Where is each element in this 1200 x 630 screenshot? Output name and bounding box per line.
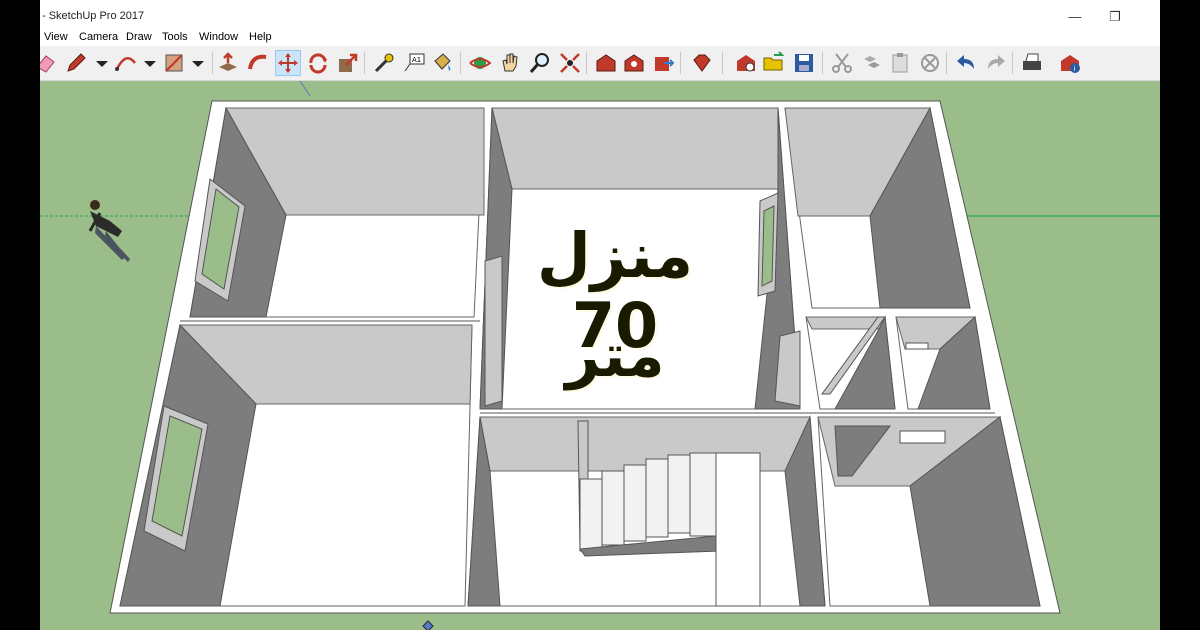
- menu-help[interactable]: Help: [249, 31, 272, 43]
- room-top-left: [189, 106, 485, 318]
- move-icon[interactable]: [275, 50, 301, 76]
- toolbar-separator: [1012, 52, 1013, 74]
- pan-icon[interactable]: [498, 51, 522, 75]
- text-icon[interactable]: A1: [402, 51, 426, 75]
- warehouse-icon[interactable]: [594, 51, 618, 75]
- blue-axis: [299, 81, 311, 97]
- chevron-down-icon[interactable]: [186, 51, 210, 75]
- toolbar-separator: [680, 52, 681, 74]
- restore-icon[interactable]: ❐: [1095, 6, 1135, 28]
- zoom-extents-icon[interactable]: [558, 51, 582, 75]
- room-stairs: [467, 415, 826, 607]
- rectangle-icon[interactable]: [162, 51, 186, 75]
- extension-icon[interactable]: [652, 51, 676, 75]
- menu-camera[interactable]: Camera: [79, 31, 118, 43]
- toolbar-separator: [586, 52, 587, 74]
- video-frame: - SketchUp Pro 2017 — ❐ View Camera Draw…: [0, 0, 1200, 630]
- window-title: - SketchUp Pro 2017: [42, 10, 145, 22]
- pencil-icon[interactable]: [64, 51, 88, 75]
- open-icon[interactable]: [762, 51, 786, 75]
- undo-icon[interactable]: [954, 51, 978, 75]
- overlay-title-line2: متر: [565, 321, 665, 391]
- menu-view[interactable]: View: [44, 31, 68, 43]
- scale-icon[interactable]: [336, 51, 360, 75]
- new-icon[interactable]: [734, 51, 758, 75]
- ruby-icon[interactable]: [690, 51, 714, 75]
- cut-icon[interactable]: [830, 51, 854, 75]
- svg-text:A1: A1: [412, 56, 421, 64]
- paste-icon[interactable]: [888, 51, 912, 75]
- menu-tools[interactable]: Tools: [162, 31, 188, 43]
- model-viewport[interactable]: منزل 70 متر: [40, 81, 1160, 630]
- tape-measure-icon[interactable]: [372, 51, 396, 75]
- eraser-icon[interactable]: [40, 51, 58, 75]
- title-bar: - SketchUp Pro 2017 — ❐: [40, 0, 1160, 32]
- minimize-icon[interactable]: —: [1055, 6, 1095, 28]
- orbit-icon[interactable]: [468, 51, 492, 75]
- toolbar-separator: [460, 52, 461, 74]
- sketchup-window: - SketchUp Pro 2017 — ❐ View Camera Draw…: [40, 0, 1160, 630]
- origin-marker: [422, 620, 434, 630]
- print-icon[interactable]: [1020, 51, 1044, 75]
- chevron-down-icon[interactable]: [90, 51, 114, 75]
- delete-icon[interactable]: [918, 51, 942, 75]
- redo-icon[interactable]: [984, 51, 1008, 75]
- toolbar-separator: [822, 52, 823, 74]
- arc-icon[interactable]: [114, 51, 138, 75]
- svg-text:i: i: [1074, 65, 1076, 73]
- toolbar-separator: [946, 52, 947, 74]
- toolbar-separator: [212, 52, 213, 74]
- save-icon[interactable]: [792, 51, 816, 75]
- scale-figure: [88, 200, 130, 262]
- menu-draw[interactable]: Draw: [126, 31, 152, 43]
- rotate-icon[interactable]: [306, 51, 330, 75]
- model-info-icon[interactable]: i: [1058, 51, 1082, 75]
- room-bottom-left: [119, 323, 473, 607]
- toolbar-separator: [364, 52, 365, 74]
- chevron-down-icon[interactable]: [138, 51, 162, 75]
- zoom-icon[interactable]: [528, 51, 552, 75]
- paint-bucket-icon[interactable]: [430, 51, 454, 75]
- toolbar-separator: [722, 52, 723, 74]
- push-pull-icon[interactable]: [216, 51, 240, 75]
- menu-window[interactable]: Window: [199, 31, 238, 43]
- main-toolbar: A1 i: [40, 46, 1160, 81]
- menu-bar: View Camera Draw Tools Window Help: [40, 30, 1160, 46]
- share-model-icon[interactable]: [622, 51, 646, 75]
- follow-me-icon[interactable]: [246, 51, 270, 75]
- copy-icon[interactable]: [860, 51, 884, 75]
